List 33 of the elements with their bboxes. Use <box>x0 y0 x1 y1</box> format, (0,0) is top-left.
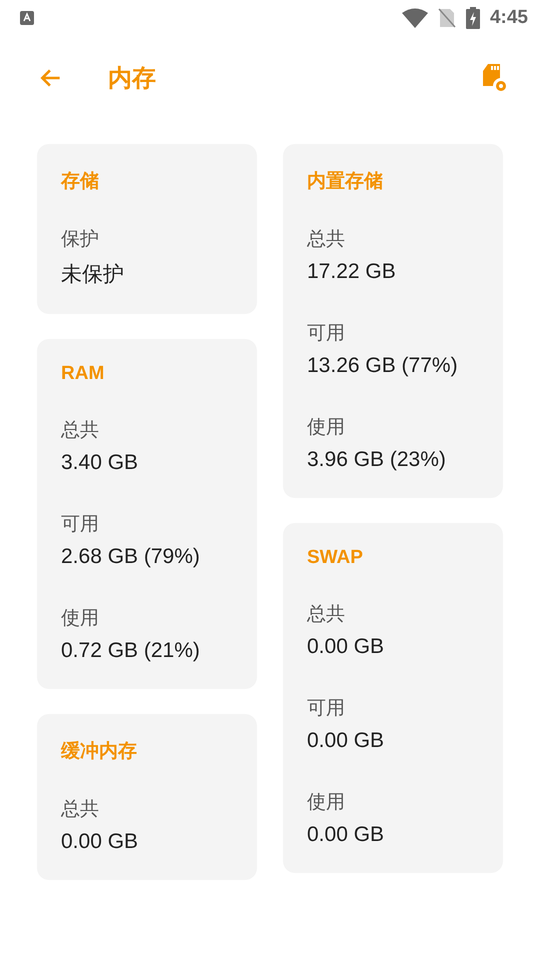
info-label: 总共 <box>61 418 100 443</box>
clock-time: 4:45 <box>490 7 528 29</box>
card-title: SWAP <box>307 547 364 569</box>
info-value: 3.96 GB (23%) <box>307 448 447 472</box>
info-value: 0.72 GB (21%) <box>61 639 201 663</box>
info-value: 0.00 GB <box>307 635 386 659</box>
info-label: 总共 <box>307 602 346 627</box>
info-value: 13.26 GB (77%) <box>307 354 459 378</box>
card-title: 缓冲内存 <box>61 740 138 764</box>
card-title: 存储 <box>61 170 100 194</box>
info-label: 保护 <box>61 227 100 252</box>
info-label: 使用 <box>307 415 346 440</box>
info-value: 17.22 GB <box>307 260 397 284</box>
info-label: 使用 <box>61 606 100 631</box>
info-value: 2.68 GB (79%) <box>61 545 201 569</box>
info-value: 0.00 GB <box>307 729 386 753</box>
screen-title: 内存 <box>108 63 156 94</box>
info-value: 0.00 GB <box>307 823 386 847</box>
info-label: 使用 <box>307 790 346 815</box>
battery-charging-icon <box>466 7 480 29</box>
info-value: 3.40 GB <box>61 451 140 475</box>
info-value: 未保护 <box>61 262 125 288</box>
keyboard-icon <box>20 11 34 25</box>
info-label: 可用 <box>307 321 346 346</box>
no-sim-icon <box>438 8 456 28</box>
info-label: 总共 <box>307 227 346 252</box>
wifi-icon <box>402 8 428 28</box>
card-title: 内置存储 <box>307 170 384 194</box>
info-value: 0.00 GB <box>61 830 140 854</box>
info-label: 可用 <box>307 696 346 721</box>
info-label: 总共 <box>61 797 100 822</box>
card-title: RAM <box>61 363 106 385</box>
info-label: 可用 <box>61 512 100 537</box>
